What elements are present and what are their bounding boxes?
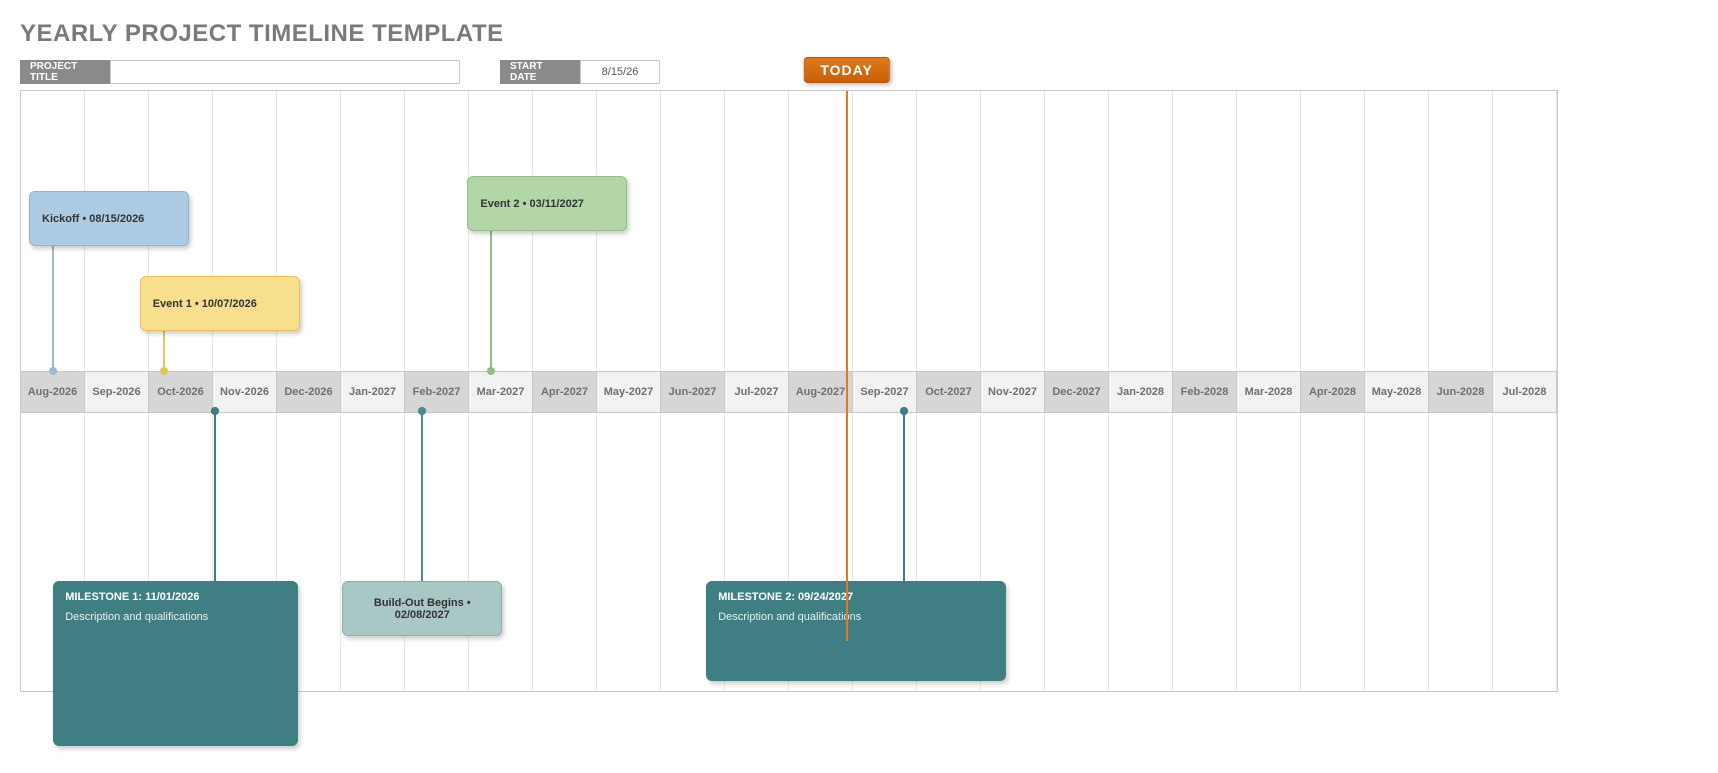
today-label: TODAY — [803, 57, 889, 83]
axis-month-label: Jun-2028 — [1429, 372, 1493, 412]
grid-column — [789, 91, 853, 371]
event-label: Kickoff • 08/15/2026 — [30, 192, 188, 245]
connector-dot — [160, 367, 168, 375]
grid-column — [1301, 411, 1365, 691]
grid-column — [1301, 91, 1365, 371]
project-title-input[interactable] — [110, 60, 460, 84]
axis-month-label: Sep-2026 — [85, 372, 149, 412]
connector-dot — [49, 367, 57, 375]
connector-line — [421, 411, 423, 581]
axis-month-label: Jul-2028 — [1493, 372, 1557, 412]
grid-column — [1493, 91, 1557, 371]
today-line — [846, 91, 848, 641]
connector-dot — [487, 367, 495, 375]
connector-line — [52, 246, 54, 371]
grid-column — [597, 411, 661, 691]
grid-column — [1429, 91, 1493, 371]
grid-column — [341, 91, 405, 371]
milestone-text: MILESTONE 1: 11/01/2026 Description and q… — [53, 581, 298, 633]
axis-month-label: Apr-2027 — [533, 372, 597, 412]
grid-column — [1237, 91, 1301, 371]
grid-column — [533, 91, 597, 371]
grid-column — [981, 91, 1045, 371]
grid-column — [1109, 411, 1173, 691]
event-card[interactable]: Event 2 • 03/11/2027 — [467, 176, 627, 231]
grid-column — [1429, 411, 1493, 691]
milestone-title: MILESTONE 2: 09/24/2027 — [718, 591, 994, 603]
grid-column — [1365, 411, 1429, 691]
axis-month-label: Apr-2028 — [1301, 372, 1365, 412]
start-date-input[interactable]: 8/15/26 — [580, 60, 660, 84]
grid-column — [469, 411, 533, 691]
grid-column — [1493, 411, 1557, 691]
axis-month-label: Aug-2026 — [21, 372, 85, 412]
connector-dot — [211, 407, 219, 415]
grid-column — [597, 91, 661, 371]
axis-month-label: Feb-2027 — [405, 372, 469, 412]
axis-month-label: Feb-2028 — [1173, 372, 1237, 412]
axis-month-label: Jun-2027 — [661, 372, 725, 412]
milestone-card[interactable]: MILESTONE 2: 09/24/2027 Description and q… — [706, 581, 1006, 681]
grid-column — [1045, 411, 1109, 691]
milestone-title: MILESTONE 1: 11/01/2026 — [65, 591, 286, 603]
axis-month-label: Oct-2026 — [149, 372, 213, 412]
grid-column — [917, 91, 981, 371]
page-title: YEARLY PROJECT TIMELINE TEMPLATE — [20, 20, 1698, 48]
connector-dot — [418, 407, 426, 415]
grid-column — [1237, 411, 1301, 691]
axis-month-label: May-2028 — [1365, 372, 1429, 412]
axis-month-label: Nov-2027 — [981, 372, 1045, 412]
event-card[interactable]: Build-Out Begins • 02/08/2027 — [342, 581, 502, 636]
grid-column — [405, 411, 469, 691]
connector-line — [490, 231, 492, 371]
connector-line — [903, 411, 905, 581]
axis-month-label: Mar-2028 — [1237, 372, 1301, 412]
grid-column — [341, 411, 405, 691]
event-label: Build-Out Begins • 02/08/2027 — [343, 582, 501, 635]
axis-month-label: Dec-2027 — [1045, 372, 1109, 412]
today-marker: TODAY — [803, 57, 889, 83]
axis-month-label: Jul-2027 — [725, 372, 789, 412]
grid-column — [661, 91, 725, 371]
connector-line — [163, 331, 165, 371]
event-label: Event 1 • 10/07/2026 — [141, 277, 299, 330]
connector-line — [214, 411, 216, 581]
grid-column — [725, 91, 789, 371]
grid-column — [1109, 91, 1173, 371]
grid-column — [469, 91, 533, 371]
connector-dot — [900, 407, 908, 415]
grid-column — [405, 91, 469, 371]
grid-column — [853, 91, 917, 371]
event-card[interactable]: Event 1 • 10/07/2026 — [140, 276, 300, 331]
grid-column — [1045, 91, 1109, 371]
axis-month-label: Aug-2027 — [789, 372, 853, 412]
event-label: Event 2 • 03/11/2027 — [468, 177, 626, 230]
milestone-card[interactable]: MILESTONE 1: 11/01/2026 Description and q… — [53, 581, 298, 746]
milestone-description: Description and qualifications — [65, 611, 286, 623]
axis-month-label: Nov-2026 — [213, 372, 277, 412]
milestone-text: MILESTONE 2: 09/24/2027 Description and q… — [706, 581, 1006, 633]
axis-month-label: Oct-2027 — [917, 372, 981, 412]
axis-month-label: Mar-2027 — [469, 372, 533, 412]
start-date-label: START DATE — [500, 60, 580, 84]
timeline-chart: Aug-2026Sep-2026Oct-2026Nov-2026Dec-2026… — [20, 90, 1558, 692]
axis-month-label: May-2027 — [597, 372, 661, 412]
axis-month-label: Jan-2028 — [1109, 372, 1173, 412]
grid-column — [1173, 411, 1237, 691]
project-title-label: PROJECT TITLE — [20, 60, 110, 84]
axis-month-label: Sep-2027 — [853, 372, 917, 412]
axis-month-label: Jan-2027 — [341, 372, 405, 412]
milestone-description: Description and qualifications — [718, 611, 994, 623]
axis-month-label: Dec-2026 — [277, 372, 341, 412]
event-card[interactable]: Kickoff • 08/15/2026 — [29, 191, 189, 246]
grid-column — [533, 411, 597, 691]
grid-column — [1173, 91, 1237, 371]
grid-column — [1365, 91, 1429, 371]
